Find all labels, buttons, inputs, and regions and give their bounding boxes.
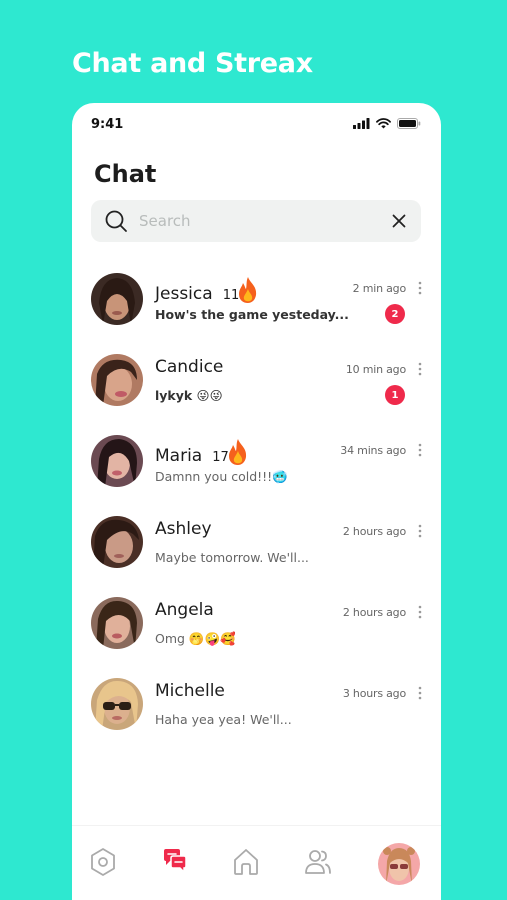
avatar	[91, 678, 143, 730]
contact-name: Candice	[155, 357, 224, 377]
unread-badge: 1	[385, 385, 405, 405]
contact-name: Jessica	[155, 284, 213, 304]
message-preview: lykyk 😜😜	[155, 388, 223, 403]
home-icon[interactable]	[232, 847, 260, 877]
battery-icon	[397, 118, 421, 129]
hexagon-icon[interactable]	[89, 847, 117, 877]
chat-row-michelle[interactable]: Michelle Haha yea yea! We'll... 3 hours …	[72, 670, 441, 751]
more-options-icon[interactable]	[418, 362, 422, 376]
message-preview: Haha yea yea! We'll...	[155, 712, 292, 727]
name-line: Candice	[155, 357, 223, 377]
screen-title: Chat	[94, 160, 157, 188]
avatar	[91, 273, 143, 325]
avatar	[91, 354, 143, 406]
name-line: Maria 17	[155, 438, 249, 466]
wifi-icon	[376, 118, 391, 129]
bottom-tab-bar	[72, 825, 441, 900]
profile-avatar[interactable]	[378, 843, 420, 885]
status-bar: 9:41	[72, 103, 441, 147]
timestamp: 10 min ago	[345, 363, 406, 376]
timestamp: 2 hours ago	[342, 525, 406, 538]
avatar	[91, 435, 143, 487]
fire-icon	[228, 439, 246, 465]
contact-name: Angela	[155, 600, 214, 620]
more-options-icon[interactable]	[418, 605, 422, 619]
more-options-icon[interactable]	[418, 281, 422, 295]
timestamp: 2 min ago	[352, 282, 407, 295]
streak-counter: 11	[223, 276, 260, 304]
message-preview: Omg 🤭🤪🥰	[155, 631, 236, 646]
search-input[interactable]	[139, 200, 379, 242]
close-icon[interactable]	[390, 212, 408, 230]
chat-row-angela[interactable]: Angela Omg 🤭🤪🥰 2 hours ago	[72, 589, 441, 670]
more-options-icon[interactable]	[418, 524, 422, 538]
timestamp: 2 hours ago	[342, 606, 406, 619]
phone-screen: 9:41 Chat Search Jessica 11 How's the ga…	[72, 103, 441, 900]
chat-row-ashley[interactable]: Ashley Maybe tomorrow. We'll... 2 hours …	[72, 508, 441, 589]
status-time: 9:41	[91, 117, 124, 132]
message-preview: Maybe tomorrow. We'll...	[155, 550, 309, 565]
timestamp: 3 hours ago	[342, 687, 406, 700]
unread-badge: 2	[385, 304, 405, 324]
contact-name: Ashley	[155, 519, 212, 539]
avatar	[91, 597, 143, 649]
name-line: Angela	[155, 600, 214, 620]
streak-counter: 17	[212, 438, 249, 466]
more-options-icon[interactable]	[418, 686, 422, 700]
status-icons	[353, 118, 421, 129]
page-headline: Chat and Streax	[72, 48, 313, 79]
fire-icon	[239, 277, 257, 303]
chat-row-jessica[interactable]: Jessica 11 How's the game yesteday... 2 …	[72, 265, 441, 346]
name-line: Ashley	[155, 519, 212, 539]
signal-icon	[353, 118, 370, 129]
name-line: Jessica 11	[155, 276, 259, 304]
message-preview: How's the game yesteday...	[155, 307, 349, 322]
chat-row-candice[interactable]: Candice lykyk 😜😜 10 min ago 1	[72, 346, 441, 427]
people-icon[interactable]	[304, 847, 332, 877]
chat-row-maria[interactable]: Maria 17 Damnn you cold!!!🥶 34 mins ago	[72, 427, 441, 508]
message-preview: Damnn you cold!!!🥶	[155, 469, 288, 484]
avatar	[91, 516, 143, 568]
search-icon	[105, 210, 127, 232]
contact-name: Michelle	[155, 681, 225, 701]
name-line: Michelle	[155, 681, 225, 701]
search-bar[interactable]	[91, 200, 421, 242]
chat-bubbles-icon[interactable]	[161, 847, 189, 875]
contact-name: Maria	[155, 446, 203, 466]
more-options-icon[interactable]	[418, 443, 422, 457]
timestamp: 34 mins ago	[340, 444, 406, 457]
chat-list: Jessica 11 How's the game yesteday... 2 …	[72, 265, 441, 751]
